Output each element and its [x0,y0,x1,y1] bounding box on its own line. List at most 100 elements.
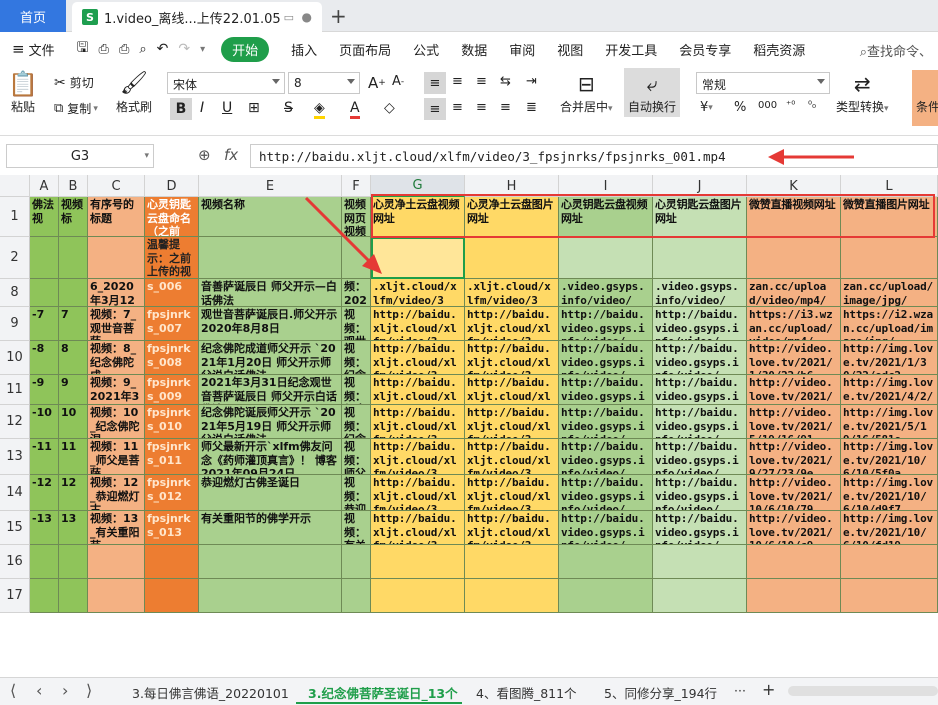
cell-h12[interactable]: http://baidu.xljt.cloud/xlfm/video/3 [465,405,559,439]
column-header-i[interactable]: I [559,175,653,197]
cell-d17[interactable] [145,579,199,613]
indent-icon[interactable]: ⇥ [526,74,537,89]
cell-h10[interactable]: http://baidu.xljt.cloud/xlfm/video/3 [465,341,559,375]
cell-k10[interactable]: http://video.love.tv/2021/1/30/22/b6 [747,341,841,375]
undo-icon[interactable]: ↶ [157,41,169,57]
align-middle-icon[interactable]: ≡ [452,74,463,89]
wrap-text-button[interactable]: ⤶ 自动换行 [624,68,681,117]
cell-h16[interactable] [465,545,559,579]
cell-b14[interactable]: 12 [59,475,88,511]
cell-l9[interactable]: https://i2.wzan.cc/upload/image/jpg/ [841,307,938,341]
cell-f12[interactable]: 视频：纪念 [342,405,371,439]
menu-insert[interactable]: 插入 [291,40,317,59]
align-top-icon[interactable]: ≡ [424,72,446,94]
row-header-2[interactable]: 2 [0,237,30,279]
row-header-8[interactable]: 8 [0,279,30,307]
number-format-select[interactable]: 常规 [696,72,830,94]
row-header-14[interactable]: 14 [0,475,30,511]
row-header-16[interactable]: 16 [0,545,30,579]
cell-c16[interactable] [88,545,145,579]
cell-a2[interactable] [30,237,59,279]
cell-a10[interactable]: -8 [30,341,59,375]
copy-button[interactable]: ⧉ 复制 ▾ [54,100,98,117]
cell-l13[interactable]: http://img.love.tv/2021/10/6/10/5f0a [841,439,938,475]
new-tab-button[interactable]: + [330,4,347,28]
cell-l12[interactable]: http://img.love.tv/2021/5/19/16/581e [841,405,938,439]
cell-d8[interactable]: s_006 [145,279,199,307]
sheet-tab[interactable]: 5、同修分享_194行 [604,683,717,702]
cell-f13[interactable]: 视频：师父 [342,439,371,475]
cell-d16[interactable] [145,545,199,579]
cell-e15[interactable]: 有关重阳节的佛学开示 [199,511,342,545]
menu-start[interactable]: 开始 [221,36,270,62]
menu-file[interactable]: 文件 [29,40,55,59]
menu-page-layout[interactable]: 页面布局 [339,40,391,59]
menu-formula[interactable]: 公式 [413,40,439,59]
border-icon[interactable]: ⊞ [248,100,260,116]
redo-icon[interactable]: ↷ [178,41,190,57]
tab-home[interactable]: 首页 [0,0,66,32]
format-painter-button[interactable]: 🖌 格式刷 [116,70,152,115]
sheet-tab[interactable]: 3.每日佛言佛语_20220101 [132,683,289,702]
cell-k9[interactable]: https://i3.wzan.cc/upload/video/mp4/ [747,307,841,341]
cell-g8[interactable]: .xljt.cloud/xlfm/video/3 [371,279,465,307]
row-header-13[interactable]: 13 [0,439,30,475]
cell-e17[interactable] [199,579,342,613]
cell-e12[interactable]: 纪念佛陀诞辰师父开示 `2021年5月19日 师父开示师父说白话佛法 [199,405,342,439]
paste-button[interactable]: 📋 粘贴 [8,70,38,115]
underline-icon[interactable]: U [222,100,232,116]
cell-g17[interactable] [371,579,465,613]
column-header-j[interactable]: J [653,175,747,197]
cell-k17[interactable] [747,579,841,613]
menu-view[interactable]: 视图 [557,40,583,59]
cell-j12[interactable]: http://baidu.video.gsyps.info/video/ [653,405,747,439]
cell-j17[interactable] [653,579,747,613]
add-sheet-icon[interactable]: + [762,680,775,699]
align-right-icon[interactable]: ≡ [476,100,487,115]
font-size-select[interactable]: 8 [288,72,360,94]
menu-developer[interactable]: 开发工具 [605,40,657,59]
cell-l14[interactable]: http://img.love.tv/2021/10/6/10/d9f7 [841,475,938,511]
name-box[interactable]: G3 ▾ [6,144,154,168]
cell-d11[interactable]: fpsjnrks_009 [145,375,199,405]
menu-member[interactable]: 会员专享 [679,40,731,59]
cell-c12[interactable]: 视频：10_纪念佛陀涅 [88,405,145,439]
percent-icon[interactable]: % [734,100,746,115]
text-direction-icon[interactable]: ⇆ [500,74,511,89]
cell-l16[interactable] [841,545,938,579]
cut-button[interactable]: ✂ 剪切 [54,74,94,91]
increase-decimal-icon[interactable]: ⁺⁰ [786,100,795,111]
cell-l17[interactable] [841,579,938,613]
cell-c15[interactable]: 视频：13_有关重阳节 [88,511,145,545]
cell-j11[interactable]: http://baidu.video.gsyps.info/video/ [653,375,747,405]
cell-f15[interactable]: 视频：有关 [342,511,371,545]
cell-b13[interactable]: 11 [59,439,88,475]
row-header-12[interactable]: 12 [0,405,30,439]
cell-d1[interactable]: 心灵钥匙云盘命名（之前 [145,197,199,237]
cell-c2[interactable] [88,237,145,279]
cell-k8[interactable]: zan.cc/upload/video/mp4/ [747,279,841,307]
cell-g11[interactable]: http://baidu.xljt.cloud/xlfm/video/3 [371,375,465,405]
fx-icon[interactable]: fx [224,146,238,164]
align-bottom-icon[interactable]: ≡ [476,74,487,89]
cell-h13[interactable]: http://baidu.xljt.cloud/xlfm/video/3 [465,439,559,475]
cell-j15[interactable]: http://baidu.video.gsyps.info/video/ [653,511,747,545]
cell-h8[interactable]: .xljt.cloud/xlfm/video/3 [465,279,559,307]
decrease-decimal-icon[interactable]: ⁰₀ [808,100,816,111]
zoom-icon[interactable]: ⊕ [198,146,211,164]
cell-b10[interactable]: 8 [59,341,88,375]
cell-b2[interactable] [59,237,88,279]
cell-d10[interactable]: fpsjnrks_008 [145,341,199,375]
cell-b1[interactable]: 视频标 [59,197,88,237]
cell-e11[interactable]: 2021年3月31日纪念观世音菩萨诞辰日 师父开示白话佛法 [199,375,342,405]
cell-a11[interactable]: -9 [30,375,59,405]
cell-j9[interactable]: http://baidu.video.gsyps.info/video/ [653,307,747,341]
cell-a13[interactable]: -11 [30,439,59,475]
cell-i12[interactable]: http://baidu.video.gsyps.info/video/ [559,405,653,439]
column-header-k[interactable]: K [747,175,841,197]
row-header-11[interactable]: 11 [0,375,30,405]
cell-d12[interactable]: fpsjnrks_010 [145,405,199,439]
font-color-icon[interactable]: A [350,100,360,119]
clear-format-icon[interactable]: ◇ [384,100,395,116]
cell-g15[interactable]: http://baidu.xljt.cloud/xlfm/video/3 [371,511,465,545]
